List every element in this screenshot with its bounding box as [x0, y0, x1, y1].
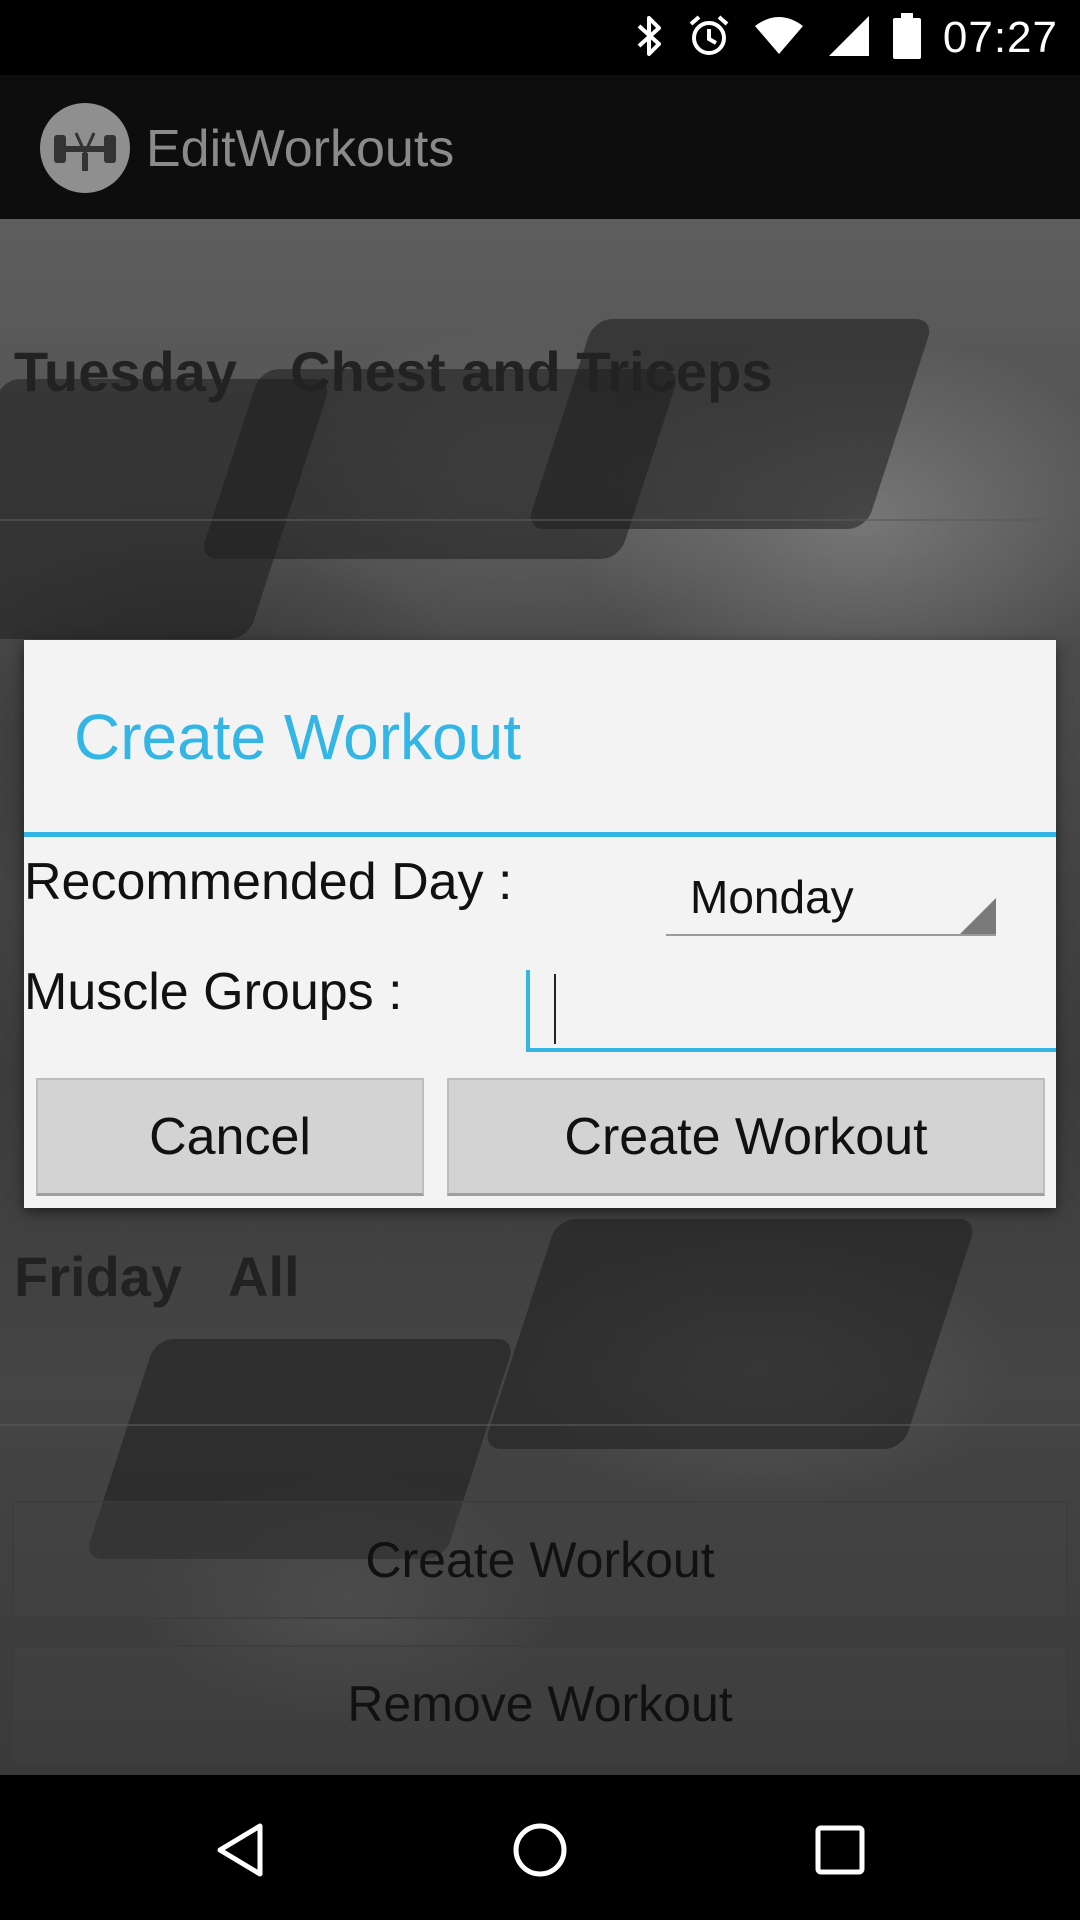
workout-muscles[interactable]: All: [228, 1244, 300, 1309]
spinner-selected-value: Monday: [690, 871, 854, 923]
dialog-divider: [24, 832, 1056, 837]
alarm-icon: [687, 14, 731, 62]
confirm-create-workout-button[interactable]: Create Workout: [447, 1078, 1045, 1196]
home-icon[interactable]: [495, 1805, 585, 1895]
status-icons: 07:27: [635, 0, 1058, 75]
muscle-groups-input[interactable]: [526, 970, 1056, 1052]
signal-icon: [827, 14, 871, 62]
list-divider: [0, 519, 1080, 521]
create-workout-button[interactable]: Create Workout: [12, 1501, 1068, 1619]
status-time: 07:27: [942, 12, 1058, 62]
bluetooth-icon: [635, 14, 665, 62]
action-bar: EditWorkouts: [0, 75, 1080, 219]
workout-day[interactable]: Tuesday: [14, 339, 237, 404]
battery-icon: [892, 12, 921, 63]
muscle-groups-label: Muscle Groups :: [24, 963, 403, 1021]
dumbbell-logo-icon[interactable]: [40, 103, 130, 193]
cancel-button[interactable]: Cancel: [36, 1078, 424, 1196]
list-divider: [0, 1424, 1080, 1426]
remove-workout-button[interactable]: Remove Workout: [12, 1645, 1068, 1763]
text-cursor: [554, 974, 556, 1044]
recommended-day-label: Recommended Day :: [24, 853, 513, 911]
workout-muscles[interactable]: Chest and Triceps: [290, 339, 772, 404]
create-workout-dialog: Create Workout Recommended Day : Monday …: [24, 640, 1056, 1208]
recents-icon[interactable]: [795, 1805, 885, 1895]
workout-day[interactable]: Friday: [14, 1244, 182, 1309]
background-photo-shape: [0, 379, 333, 639]
background-photo-shape: [482, 1219, 978, 1449]
wifi-icon: [753, 16, 805, 60]
recommended-day-spinner[interactable]: Monday: [666, 862, 996, 936]
dialog-title: Create Workout: [74, 701, 521, 773]
status-bar: 07:27: [0, 0, 1080, 75]
dropdown-arrow-icon: [960, 898, 996, 934]
navigation-bar: [0, 1775, 1080, 1920]
back-icon[interactable]: [195, 1805, 285, 1895]
app-title: EditWorkouts: [146, 120, 455, 178]
